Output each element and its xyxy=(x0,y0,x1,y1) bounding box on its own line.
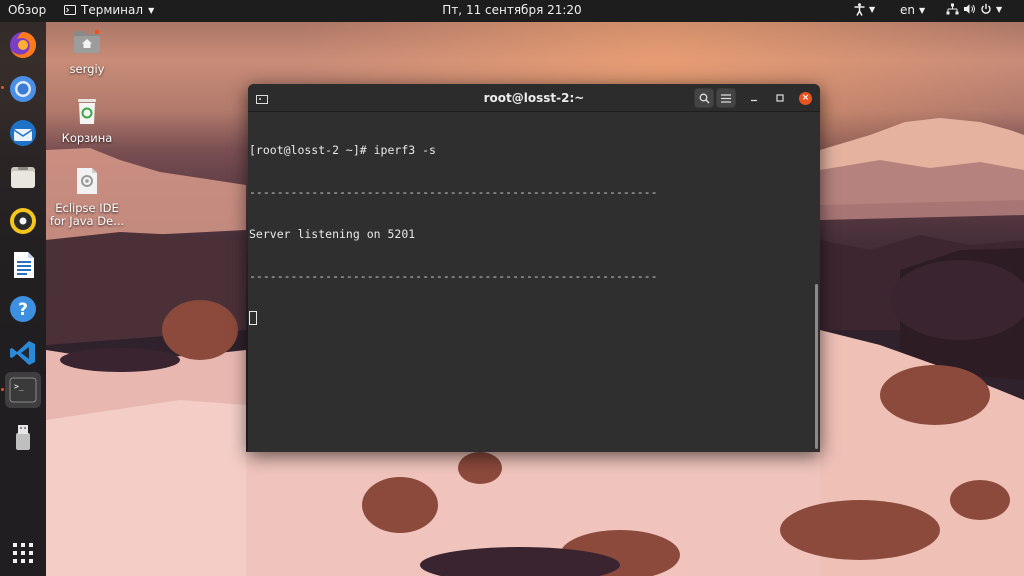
dock-writer[interactable] xyxy=(5,247,41,283)
terminal-line: ----------------------------------------… xyxy=(249,185,658,199)
app-menu[interactable]: Терминал ▼ xyxy=(64,3,154,17)
network-icon xyxy=(946,3,959,15)
desktop-icon-label: sergiy xyxy=(69,62,105,76)
activities-button[interactable]: Обзор xyxy=(8,3,46,17)
system-menu[interactable]: ▼ xyxy=(946,3,1002,15)
show-applications-button[interactable] xyxy=(5,535,41,571)
svg-text:?: ? xyxy=(18,300,28,320)
dock-vscode[interactable] xyxy=(5,335,41,371)
terminal-line: Server listening on 5201 xyxy=(249,227,416,241)
firefox-icon xyxy=(10,32,36,58)
dock-firefox[interactable] xyxy=(5,27,41,63)
chevron-down-icon: ▼ xyxy=(869,5,876,14)
dock-files[interactable] xyxy=(5,159,41,195)
chevron-down-icon: ▼ xyxy=(919,5,926,15)
terminal-prompt-line xyxy=(249,311,820,325)
svg-text:>_: >_ xyxy=(14,382,24,391)
accessibility-menu[interactable]: ▼ xyxy=(854,3,875,16)
clock[interactable]: Пт, 11 сентября 21:20 xyxy=(442,3,581,17)
maximize-icon xyxy=(776,94,784,102)
rhythmbox-icon xyxy=(10,208,36,234)
desktop-icon-label: Eclipse IDE for Java De... xyxy=(49,201,125,228)
desktop-icon-home[interactable]: sergiy xyxy=(47,27,127,76)
dock-chromium[interactable] xyxy=(5,71,41,107)
language-label: en xyxy=(900,3,915,17)
dock-thunderbird[interactable] xyxy=(5,115,41,151)
scrollbar[interactable] xyxy=(815,284,818,449)
language-menu[interactable]: en ▼ xyxy=(900,3,925,17)
chromium-icon xyxy=(10,76,36,102)
terminal-header-bar[interactable]: root@losst-2:~ × xyxy=(248,84,820,112)
chevron-down-icon: ▼ xyxy=(996,4,1003,14)
help-icon: ? xyxy=(10,296,36,322)
volume-icon xyxy=(964,4,975,14)
top-bar: Обзор Терминал ▼ Пт, 11 сентября 21:20 ▼… xyxy=(0,0,1024,22)
running-indicator xyxy=(1,388,4,391)
files-icon xyxy=(11,167,35,188)
grid-icon xyxy=(13,543,33,563)
app-menu-label: Терминал xyxy=(81,3,144,17)
minimize-icon xyxy=(751,99,757,102)
close-button[interactable]: × xyxy=(799,92,812,105)
menu-button[interactable] xyxy=(716,88,736,108)
power-icon xyxy=(981,3,991,14)
chevron-down-icon: ▼ xyxy=(148,5,155,15)
close-icon: × xyxy=(801,93,810,103)
terminal-output[interactable]: [root@losst-2 ~]# iperf3 -s ------------… xyxy=(248,112,820,452)
terminal-line: ----------------------------------------… xyxy=(249,269,658,283)
dock-terminal[interactable]: >_ xyxy=(5,372,41,408)
window-title: root@losst-2:~ xyxy=(483,91,585,105)
vscode-icon xyxy=(10,341,35,365)
new-tab-button[interactable] xyxy=(252,88,272,108)
home-folder-icon xyxy=(74,30,100,53)
maximize-button[interactable] xyxy=(770,88,790,108)
dock-help[interactable]: ? xyxy=(5,291,41,327)
new-tab-icon xyxy=(256,94,268,104)
eclipse-icon xyxy=(77,168,97,194)
usb-icon xyxy=(16,425,30,450)
terminal-window[interactable]: root@losst-2:~ × [root@losst-2 ~]# iperf… xyxy=(248,84,820,452)
writer-icon xyxy=(14,252,34,278)
search-button[interactable] xyxy=(694,88,714,108)
minimize-button[interactable] xyxy=(744,88,764,108)
thunderbird-icon xyxy=(10,120,36,146)
dock-rhythmbox[interactable] xyxy=(5,203,41,239)
dock-usb[interactable] xyxy=(5,419,41,455)
terminal-app-icon xyxy=(64,5,76,15)
running-indicator xyxy=(1,86,4,89)
desktop-icon-trash[interactable]: Корзина xyxy=(47,96,127,145)
desktop-icon-eclipse[interactable]: Eclipse IDE for Java De... xyxy=(47,166,127,228)
search-icon xyxy=(699,93,709,103)
text-cursor xyxy=(249,311,257,325)
hamburger-menu-icon xyxy=(721,93,731,103)
trash-icon xyxy=(78,99,96,124)
terminal-icon: >_ xyxy=(9,377,37,403)
desktop-icon-label: Корзина xyxy=(61,131,113,145)
terminal-line: [root@losst-2 ~]# iperf3 -s xyxy=(249,143,436,157)
dock: ? >_ xyxy=(0,22,46,576)
accessibility-icon xyxy=(854,3,865,16)
